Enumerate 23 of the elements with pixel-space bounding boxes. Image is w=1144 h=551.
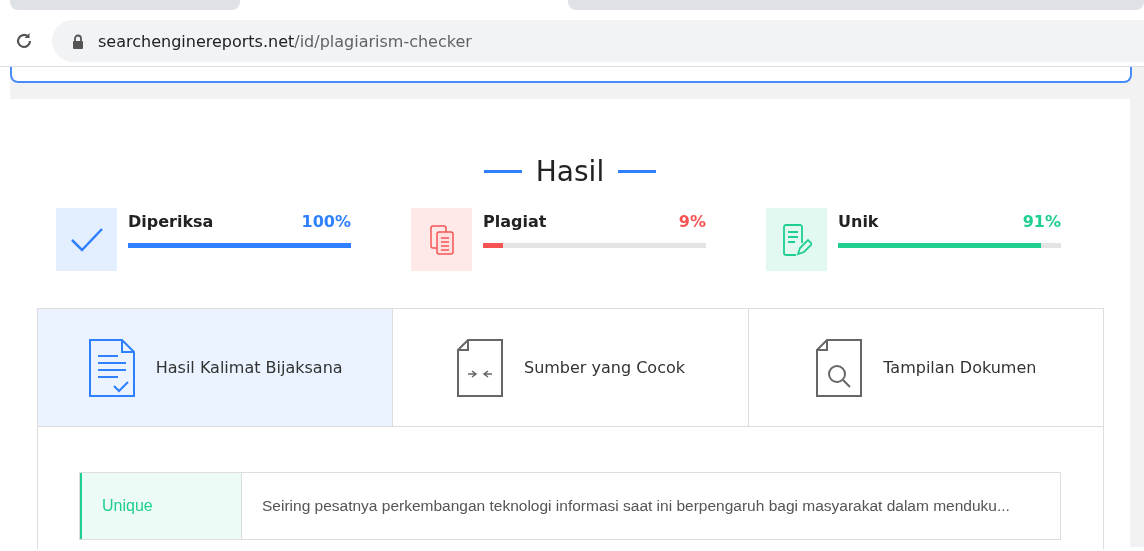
- url-path: /id/plagiarism-checker: [294, 31, 472, 51]
- stat-percent: 91%: [1022, 212, 1061, 231]
- address-bar[interactable]: searchenginereports.net/id/plagiarism-checker: [52, 20, 1144, 62]
- reload-icon[interactable]: [14, 31, 34, 51]
- stat-percent: 9%: [678, 212, 706, 231]
- stat-label: Diperiksa: [128, 212, 214, 231]
- browser-tab[interactable]: [10, 0, 240, 10]
- stat-percent: 100%: [301, 212, 351, 231]
- document-search-icon: [815, 337, 864, 398]
- sentence-cell-text: Seiring pesatnya perkembangan teknologi informasi saat ini berpengaruh bagi masyarakat dalam menduku...: [261, 496, 1011, 516]
- document-arrows-icon: [456, 337, 504, 398]
- lock-icon: [72, 33, 84, 49]
- url-host: searchenginereports.net: [98, 31, 295, 51]
- stat-label: Unik: [838, 212, 879, 231]
- section-heading: Hasil: [535, 155, 605, 188]
- stat-label: Plagiat: [483, 212, 547, 231]
- document-check-icon: [87, 337, 136, 398]
- copy-icon: [428, 223, 455, 256]
- check-icon: [69, 226, 104, 253]
- view-tab[interactable]: Hasil Kalimat Bijaksana: [38, 309, 394, 426]
- browser-tab[interactable]: [568, 0, 1144, 10]
- edit-icon: [781, 222, 812, 257]
- status-cell: Unique: [80, 473, 242, 539]
